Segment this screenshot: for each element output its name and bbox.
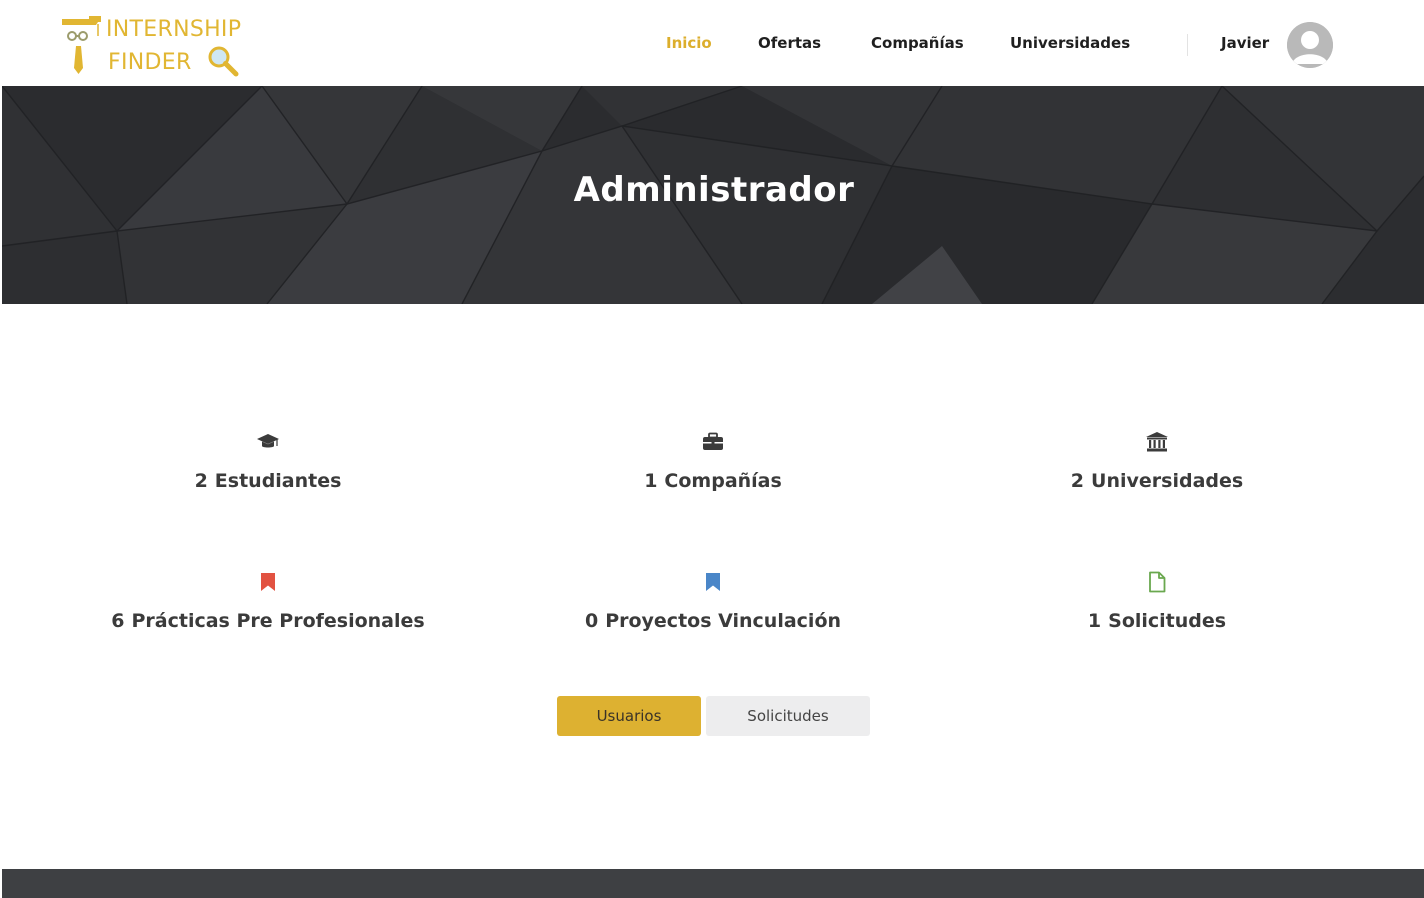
bookmark-icon [706,573,720,591]
page-title: Administrador [573,170,855,210]
usuarios-button[interactable]: Usuarios [557,696,701,736]
stat-count: 2 [194,470,208,492]
stat-count: 1 [1087,610,1102,632]
logo-line-2: FINDER [108,50,192,75]
nav-link-universidades[interactable]: Universidades [1010,34,1130,52]
stat-companias: 1 Compañías [503,430,923,492]
stat-count: 1 [644,470,658,492]
file-icon [1149,571,1166,593]
user-avatar-icon [1287,22,1333,68]
stat-label: Solicitudes [1108,610,1227,632]
university-icon [1146,432,1168,452]
stat-proyectos: 0 Proyectos Vinculación [503,570,923,632]
stat-universidades: 2 Universidades [947,430,1367,492]
site-header: INTERNSHIP FINDER Inicio Ofertas Compañí… [0,0,1424,86]
stat-practicas: 6 Prácticas Pre Profesionales [58,570,478,632]
logo-line-1: INTERNSHIP [106,17,242,42]
site-logo[interactable]: INTERNSHIP FINDER [60,12,260,78]
logo-wordmark: INTERNSHIP FINDER [106,14,241,78]
graduation-cap-icon [257,434,279,448]
user-name[interactable]: Javier [1221,34,1269,52]
solicitudes-button[interactable]: Solicitudes [706,696,870,736]
bookmark-icon [261,573,275,591]
user-avatar[interactable] [1287,22,1333,68]
stat-count: 2 [1070,470,1085,492]
magnifier-icon [208,46,239,77]
nav-divider [1187,34,1188,56]
stat-label: Prácticas Pre Profesionales [131,610,425,632]
stat-count: 6 [111,610,125,632]
stat-solicitudes: 1 Solicitudes [947,570,1367,632]
nav-link-inicio[interactable]: Inicio [666,34,712,52]
stat-estudiantes: 2 Estudiantes [58,430,478,492]
stat-label: Proyectos Vinculación [605,610,842,632]
briefcase-icon [703,432,723,450]
hero-banner: Administrador [2,86,1424,304]
nav-link-companias[interactable]: Compañías [871,34,964,52]
stat-label: Universidades [1091,470,1244,492]
site-footer [2,869,1424,898]
stat-label: Compañías [664,470,782,492]
stat-count: 0 [584,610,599,632]
nav-link-ofertas[interactable]: Ofertas [758,34,821,52]
stat-label: Estudiantes [214,470,342,492]
graduation-tie-logo-icon [62,16,101,74]
